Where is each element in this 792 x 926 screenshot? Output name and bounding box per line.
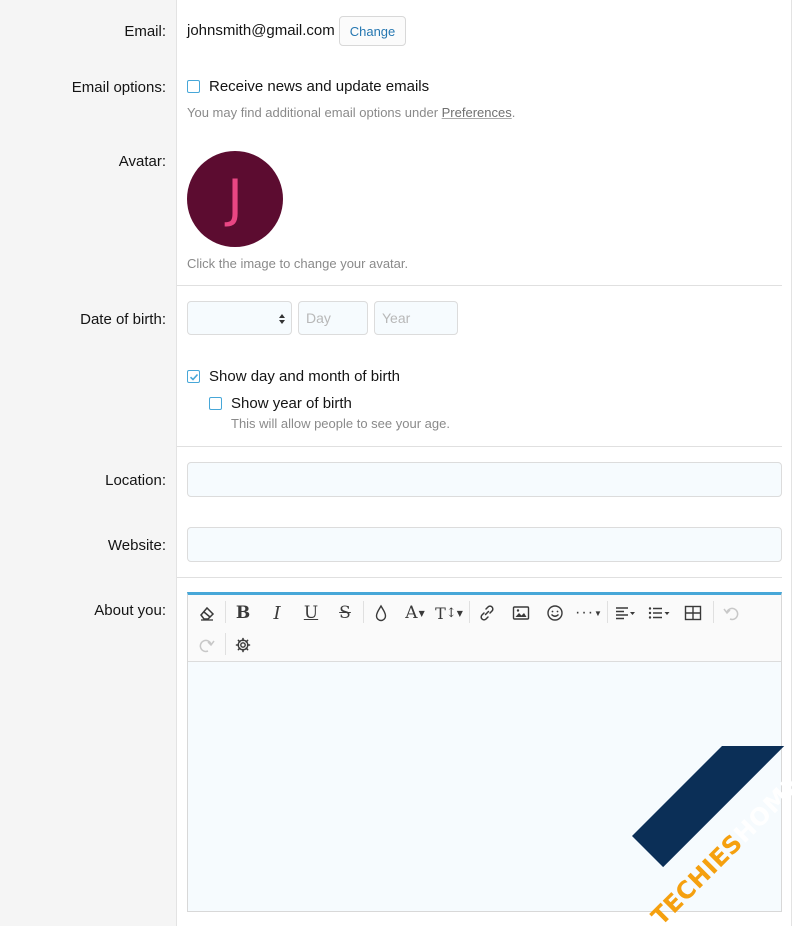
preferences-link[interactable]: Preferences xyxy=(442,105,512,120)
link-icon[interactable] xyxy=(473,600,501,626)
show-day-month-label[interactable]: Show day and month of birth xyxy=(209,368,400,385)
image-icon[interactable] xyxy=(507,600,535,626)
receive-news-label[interactable]: Receive news and update emails xyxy=(209,78,429,95)
dob-label: Date of birth: xyxy=(80,311,166,328)
table-icon[interactable] xyxy=(679,600,707,626)
font-size-icon[interactable]: T ↕ ▼ xyxy=(435,600,463,626)
label-column xyxy=(0,0,177,926)
email-options-hint: You may find additional email options un… xyxy=(187,105,515,120)
toolbar-separator xyxy=(225,633,226,655)
eraser-icon[interactable] xyxy=(193,600,221,626)
email-value: johnsmith@gmail.com xyxy=(187,22,335,39)
undo-icon[interactable] xyxy=(717,600,745,626)
watermark-logo: TECHIESHOME.COM xyxy=(592,746,792,926)
show-year-hint: This will allow people to see your age. xyxy=(231,416,450,431)
website-label: Website: xyxy=(107,537,166,554)
show-year-label[interactable]: Show year of birth xyxy=(231,395,352,412)
toolbar-separator xyxy=(469,601,470,623)
font-family-icon[interactable]: A ▼ xyxy=(401,600,429,626)
toolbar-separator xyxy=(607,601,608,623)
birth-year-input[interactable]: Year xyxy=(374,301,458,335)
settings-gear-icon[interactable] xyxy=(229,632,257,658)
avatar-label: Avatar: xyxy=(118,153,166,170)
birth-month-select[interactable] xyxy=(187,301,292,335)
change-email-button[interactable]: Change xyxy=(339,16,406,46)
location-label: Location: xyxy=(105,472,166,489)
toolbar-separator xyxy=(363,601,364,623)
birth-year-placeholder: Year xyxy=(382,310,411,326)
redo-icon[interactable] xyxy=(193,632,221,658)
avatar[interactable]: J xyxy=(187,151,283,247)
list-icon[interactable] xyxy=(645,600,673,626)
about-label: About you: xyxy=(94,602,166,619)
align-icon[interactable] xyxy=(611,600,639,626)
location-input[interactable] xyxy=(187,462,782,497)
strikethrough-icon[interactable]: S xyxy=(331,600,359,626)
select-arrows-icon xyxy=(279,314,285,324)
website-input[interactable] xyxy=(187,527,782,562)
smiley-icon[interactable] xyxy=(541,600,569,626)
italic-icon[interactable]: I xyxy=(263,600,291,626)
receive-news-checkbox[interactable] xyxy=(187,80,200,93)
avatar-initial: J xyxy=(227,169,243,229)
birth-day-placeholder: Day xyxy=(306,310,331,326)
color-drop-icon[interactable] xyxy=(367,600,395,626)
show-day-month-checkbox[interactable] xyxy=(187,370,200,383)
email-label: Email: xyxy=(124,23,166,40)
toolbar-separator xyxy=(713,601,714,623)
avatar-hint: Click the image to change your avatar. xyxy=(187,256,409,271)
more-icon[interactable]: ··· ▼ xyxy=(575,600,603,626)
divider xyxy=(177,577,782,578)
email-options-label: Email options: xyxy=(71,79,166,96)
email-options-hint-suffix: . xyxy=(511,105,516,120)
underline-icon[interactable]: U xyxy=(297,600,325,626)
divider xyxy=(177,285,782,286)
show-year-checkbox[interactable] xyxy=(209,397,222,410)
birth-day-input[interactable]: Day xyxy=(298,301,368,335)
toolbar-separator xyxy=(225,601,226,623)
divider xyxy=(177,446,782,447)
editor-toolbar: B I U S A ▼ T ↕ ▼ ··· ▼ xyxy=(188,595,781,662)
bold-icon[interactable]: B xyxy=(229,600,257,626)
email-options-hint-text: You may find additional email options un… xyxy=(187,105,442,120)
